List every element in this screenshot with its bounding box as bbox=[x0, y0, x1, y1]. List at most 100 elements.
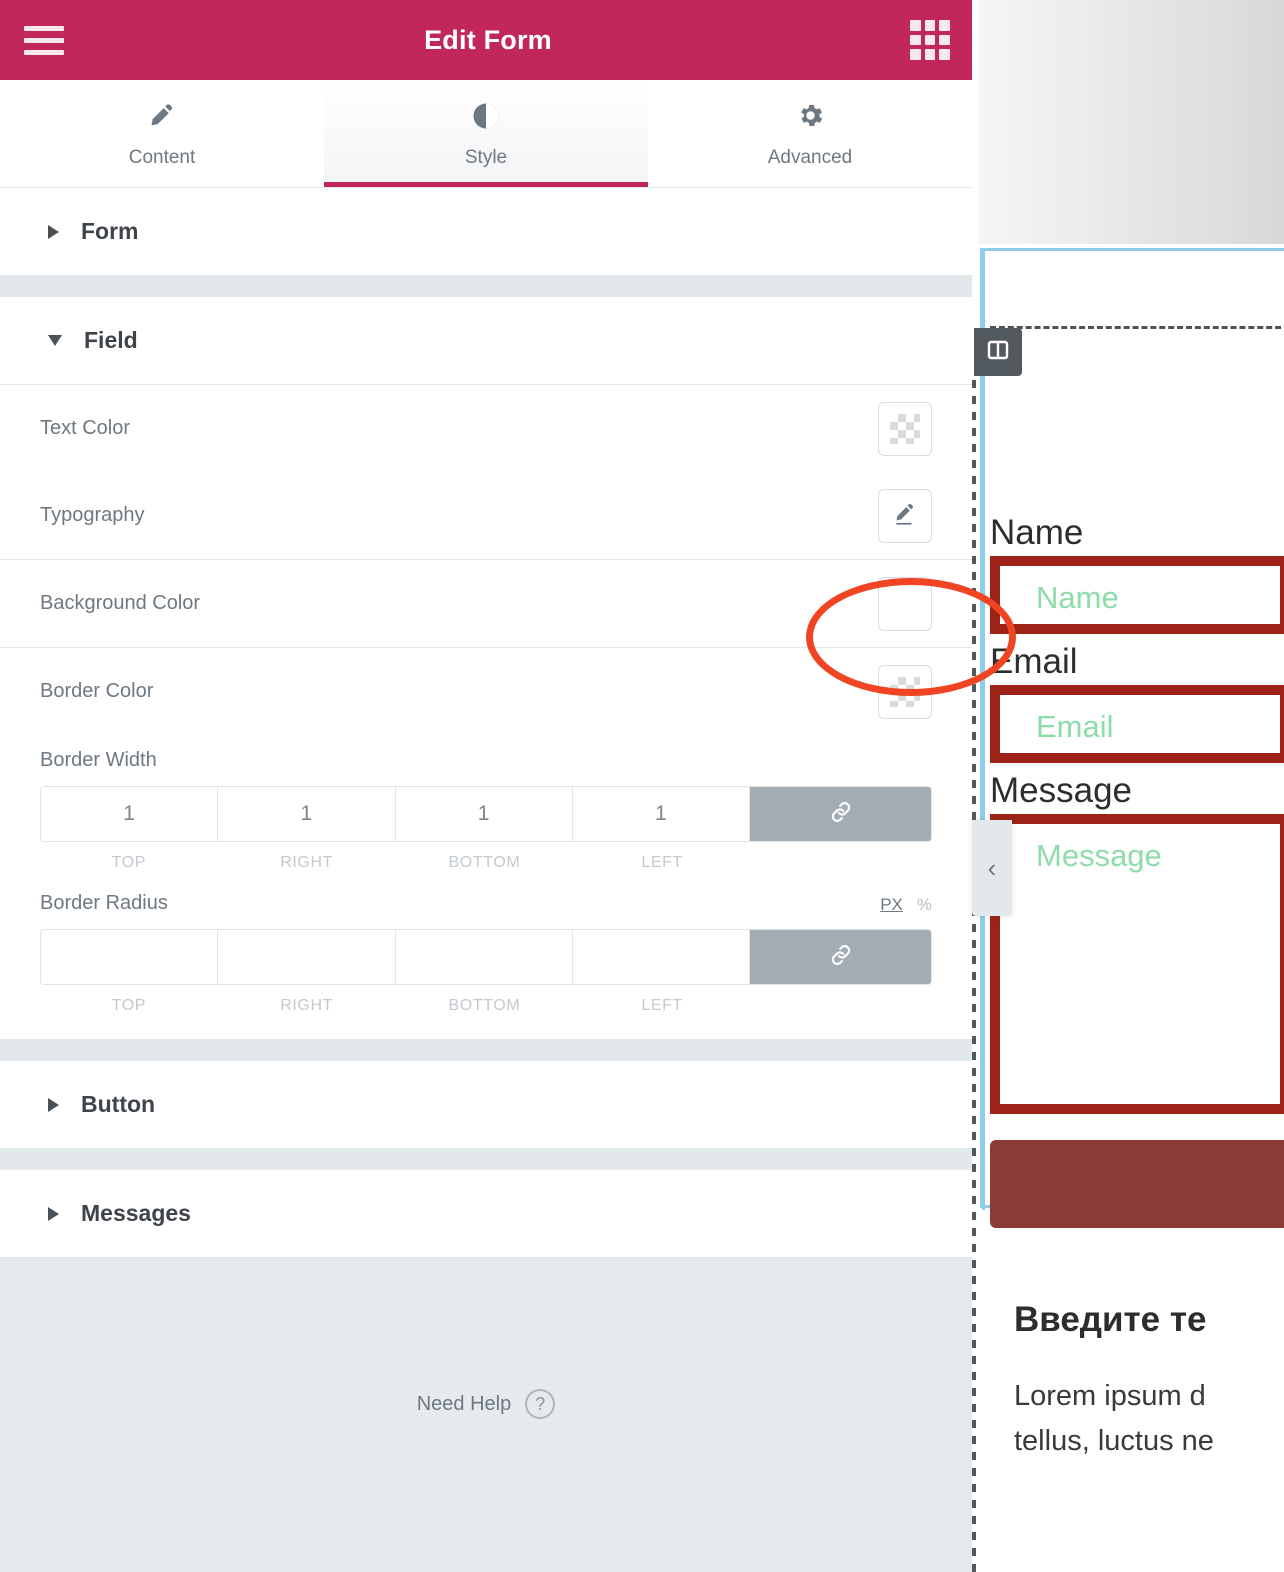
border-radius-sublabels: TOP RIGHT BOTTOM LEFT bbox=[40, 985, 932, 1015]
border-width-top-label: TOP bbox=[111, 854, 147, 871]
preview-column-dashed-border bbox=[972, 380, 976, 1572]
border-width-sublabels: TOP RIGHT BOTTOM LEFT bbox=[40, 842, 932, 872]
preview-section-left-border bbox=[982, 248, 985, 1210]
border-width-left-label: LEFT bbox=[641, 854, 683, 871]
unit-percent[interactable]: % bbox=[917, 895, 932, 915]
tab-style-label: Style bbox=[464, 146, 508, 168]
need-help-label: Need Help bbox=[416, 1392, 512, 1415]
control-border-radius: Border Radius PX % TOP RIGHT BOTTOM LEFT bbox=[0, 878, 972, 1021]
preview-paragraph: Lorem ipsum d tellus, luctus ne bbox=[1014, 1374, 1284, 1464]
preview-heading: Введите те bbox=[1014, 1300, 1207, 1339]
preview-top-banner bbox=[978, 0, 1284, 244]
caret-down-icon bbox=[48, 335, 62, 346]
section-button[interactable]: Button bbox=[0, 1061, 972, 1148]
tab-style[interactable]: Style bbox=[324, 80, 648, 187]
border-radius-head: Border Radius PX % bbox=[40, 878, 932, 929]
preview-field-message: Message Message bbox=[990, 773, 1284, 1114]
preview-name-input[interactable]: Name bbox=[990, 556, 1284, 634]
preview-paragraph-line-2: tellus, luctus ne bbox=[1014, 1424, 1214, 1457]
contrast-icon bbox=[471, 99, 501, 133]
tab-advanced-label: Advanced bbox=[767, 146, 853, 168]
section-form[interactable]: Form bbox=[0, 188, 972, 275]
border-color-label: Border Color bbox=[40, 680, 154, 702]
link-icon bbox=[828, 799, 854, 830]
control-border-color: Border Color bbox=[0, 648, 972, 735]
text-color-swatch[interactable] bbox=[878, 401, 932, 456]
preview-column-dashed-guide bbox=[990, 326, 1284, 329]
section-messages-label: Messages bbox=[81, 1200, 191, 1226]
section-form-label: Form bbox=[81, 218, 139, 244]
spacer bbox=[0, 1021, 972, 1039]
section-field-label: Field bbox=[84, 327, 138, 353]
column-handle-button[interactable] bbox=[974, 328, 1022, 376]
unit-px[interactable]: PX bbox=[880, 895, 903, 915]
border-radius-right-input[interactable] bbox=[218, 930, 396, 984]
border-color-swatch[interactable] bbox=[878, 664, 932, 719]
caret-right-icon bbox=[48, 1206, 59, 1221]
preview-paragraph-line-1: Lorem ipsum d bbox=[1014, 1380, 1206, 1412]
preview-email-placeholder: Email bbox=[1036, 709, 1114, 744]
hamburger-icon[interactable] bbox=[22, 22, 66, 58]
section-separator bbox=[0, 1148, 972, 1170]
border-width-right-label: RIGHT bbox=[280, 854, 334, 871]
preview-form: Name Name Email Email Message Message bbox=[990, 515, 1284, 1228]
tab-content-label: Content bbox=[128, 146, 196, 168]
control-border-width: Border Width 1 1 1 1 TOP RIGHT BOTTOM LE… bbox=[0, 735, 972, 878]
caret-right-icon bbox=[48, 1097, 59, 1112]
preview-message-placeholder: Message bbox=[1036, 838, 1162, 873]
preview-name-placeholder: Name bbox=[1036, 580, 1119, 615]
preview-field-name-label: Name bbox=[990, 513, 1084, 552]
preview-submit-button[interactable] bbox=[990, 1140, 1284, 1228]
text-color-label: Text Color bbox=[40, 417, 131, 439]
panel-tabs: Content Style Advanced bbox=[0, 80, 972, 188]
tab-content[interactable]: Content bbox=[0, 80, 324, 187]
border-radius-left-label: LEFT bbox=[641, 997, 683, 1014]
preview-field-email: Email Email bbox=[990, 644, 1284, 763]
gear-icon bbox=[796, 99, 825, 133]
background-color-swatch[interactable] bbox=[878, 576, 932, 631]
control-text-color: Text Color bbox=[0, 385, 972, 472]
border-radius-bottom-input[interactable] bbox=[395, 930, 573, 984]
border-width-bottom-input[interactable]: 1 bbox=[395, 787, 573, 841]
elementor-editor-screen: Edit Form Content Style Advanced Form Fi… bbox=[0, 0, 1284, 1572]
border-width-bottom-label: BOTTOM bbox=[448, 854, 521, 871]
section-separator bbox=[0, 1039, 972, 1061]
page-title: Edit Form bbox=[424, 24, 552, 55]
border-radius-left-input[interactable] bbox=[572, 930, 750, 984]
section-messages[interactable]: Messages bbox=[0, 1170, 972, 1257]
background-color-label: Background Color bbox=[40, 592, 201, 614]
panel-header: Edit Form bbox=[0, 0, 972, 80]
pencil-icon bbox=[148, 99, 176, 133]
tab-advanced[interactable]: Advanced bbox=[648, 80, 972, 187]
section-field[interactable]: Field bbox=[0, 297, 972, 384]
link-icon bbox=[828, 942, 854, 973]
preview-message-textarea[interactable]: Message bbox=[990, 814, 1284, 1114]
preview-text-block: Введите те Lorem ipsum d tellus, luctus … bbox=[1014, 1300, 1284, 1464]
field-controls: Text Color Typography Background Color B… bbox=[0, 384, 972, 1039]
control-background-color: Background Color bbox=[0, 560, 972, 647]
border-width-inputs: 1 1 1 1 bbox=[40, 786, 932, 842]
question-mark-icon: ? bbox=[525, 1389, 556, 1419]
border-width-link-toggle[interactable] bbox=[750, 787, 931, 841]
need-help-button[interactable]: Need Help ? bbox=[0, 1389, 972, 1419]
panel-collapse-toggle[interactable]: ‹ bbox=[972, 820, 1012, 916]
border-radius-top-label: TOP bbox=[111, 997, 147, 1014]
column-layout-icon bbox=[986, 338, 1010, 367]
preview-field-message-label: Message bbox=[990, 771, 1133, 810]
border-radius-bottom-label: BOTTOM bbox=[448, 997, 521, 1014]
border-width-left-input[interactable]: 1 bbox=[572, 787, 750, 841]
caret-right-icon bbox=[48, 224, 59, 239]
section-separator bbox=[0, 275, 972, 297]
border-radius-top-input[interactable] bbox=[41, 930, 219, 984]
typography-edit-button[interactable] bbox=[878, 488, 932, 543]
section-button-label: Button bbox=[81, 1091, 156, 1117]
border-radius-link-toggle[interactable] bbox=[750, 930, 931, 984]
grid-apps-icon[interactable] bbox=[909, 20, 950, 60]
preview-email-input[interactable]: Email bbox=[990, 685, 1284, 763]
border-width-right-input[interactable]: 1 bbox=[218, 787, 396, 841]
border-width-label: Border Width bbox=[40, 749, 157, 771]
border-width-top-input[interactable]: 1 bbox=[41, 787, 219, 841]
pencil-edit-icon bbox=[892, 501, 918, 530]
